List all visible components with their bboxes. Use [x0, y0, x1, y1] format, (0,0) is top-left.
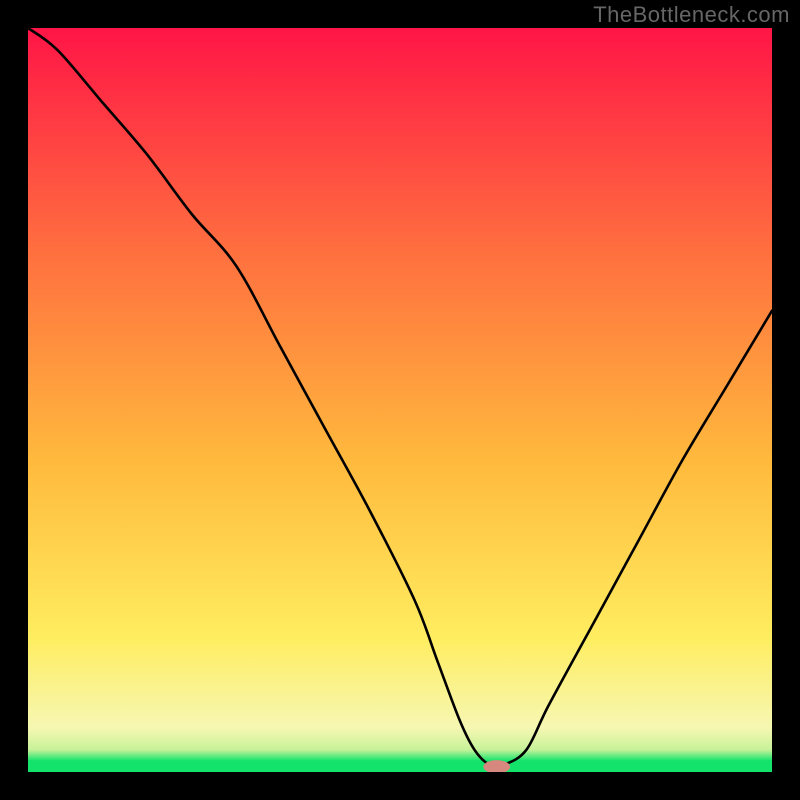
chart-frame: TheBottleneck.com — [0, 0, 800, 800]
plot-area — [28, 28, 772, 772]
watermark-text: TheBottleneck.com — [593, 2, 790, 28]
gradient-background — [28, 28, 772, 772]
chart-svg — [28, 28, 772, 772]
